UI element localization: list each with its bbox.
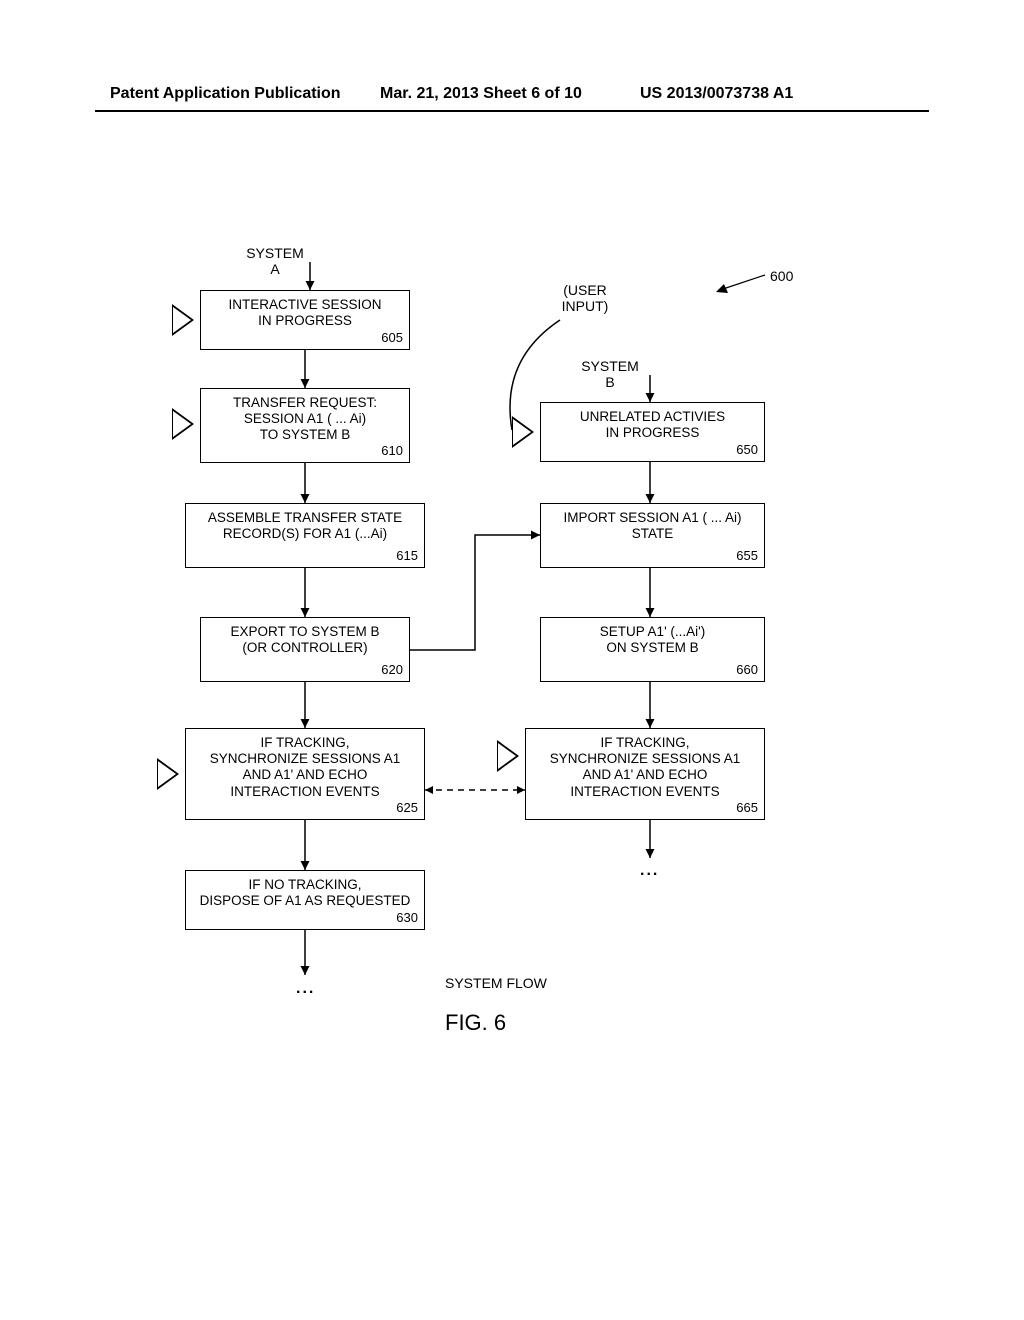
triangle-icon: [497, 740, 519, 772]
box-665-num: 665: [736, 800, 758, 816]
box-615: ASSEMBLE TRANSFER STATERECORD(S) FOR A1 …: [185, 503, 425, 568]
box-665: IF TRACKING,SYNCHRONIZE SESSIONS A1AND A…: [525, 728, 765, 820]
caption-system-flow: SYSTEM FLOW: [445, 975, 547, 991]
box-605: INTERACTIVE SESSIONIN PROGRESS 605: [200, 290, 410, 350]
label-user-input: (USERINPUT): [545, 282, 625, 314]
box-625-num: 625: [396, 800, 418, 816]
box-610-text: TRANSFER REQUEST:SESSION A1 ( ... Ai)TO …: [233, 395, 377, 442]
label-system-a: SYSTEMA: [235, 245, 315, 277]
triangle-icon: [157, 758, 179, 790]
box-610-num: 610: [381, 443, 403, 459]
figure-label: FIG. 6: [445, 1010, 506, 1036]
box-615-num: 615: [396, 548, 418, 564]
box-610: TRANSFER REQUEST:SESSION A1 ( ... Ai)TO …: [200, 388, 410, 463]
header-mid: Mar. 21, 2013 Sheet 6 of 10: [380, 85, 582, 103]
box-620: EXPORT TO SYSTEM B(OR CONTROLLER) 620: [200, 617, 410, 682]
box-620-num: 620: [381, 662, 403, 678]
triangle-icon: [172, 408, 194, 440]
header-rule: [95, 110, 929, 112]
box-605-num: 605: [381, 330, 403, 346]
box-630: IF NO TRACKING,DISPOSE OF A1 AS REQUESTE…: [185, 870, 425, 930]
triangle-icon: [512, 416, 534, 448]
box-650-text: UNRELATED ACTIVIESIN PROGRESS: [580, 409, 725, 440]
box-625-text: IF TRACKING,SYNCHRONIZE SESSIONS A1AND A…: [210, 735, 401, 799]
box-620-text: EXPORT TO SYSTEM B(OR CONTROLLER): [230, 624, 379, 655]
connectors: [0, 0, 1024, 1320]
label-ref-600: 600: [770, 268, 793, 284]
box-655-text: IMPORT SESSION A1 ( ... Ai)STATE: [563, 510, 741, 541]
box-625: IF TRACKING,SYNCHRONIZE SESSIONS A1AND A…: [185, 728, 425, 820]
box-630-num: 630: [396, 910, 418, 926]
box-660-num: 660: [736, 662, 758, 678]
dots-a: ...: [296, 980, 315, 998]
box-660-text: SETUP A1' (...Ai')ON SYSTEM B: [600, 624, 705, 655]
page: Patent Application Publication Mar. 21, …: [0, 0, 1024, 1320]
header-left: Patent Application Publication: [110, 85, 341, 103]
box-655-num: 655: [736, 548, 758, 564]
label-system-b: SYSTEMB: [570, 358, 650, 390]
box-615-text: ASSEMBLE TRANSFER STATERECORD(S) FOR A1 …: [208, 510, 402, 541]
box-660: SETUP A1' (...Ai')ON SYSTEM B 660: [540, 617, 765, 682]
box-650-num: 650: [736, 442, 758, 458]
box-630-text: IF NO TRACKING,DISPOSE OF A1 AS REQUESTE…: [200, 877, 411, 908]
triangle-icon: [172, 304, 194, 336]
box-665-text: IF TRACKING,SYNCHRONIZE SESSIONS A1AND A…: [550, 735, 741, 799]
header-right: US 2013/0073738 A1: [640, 85, 793, 103]
box-650: UNRELATED ACTIVIESIN PROGRESS 650: [540, 402, 765, 462]
box-605-text: INTERACTIVE SESSIONIN PROGRESS: [228, 297, 381, 328]
box-655: IMPORT SESSION A1 ( ... Ai)STATE 655: [540, 503, 765, 568]
dots-b: ...: [640, 862, 659, 880]
